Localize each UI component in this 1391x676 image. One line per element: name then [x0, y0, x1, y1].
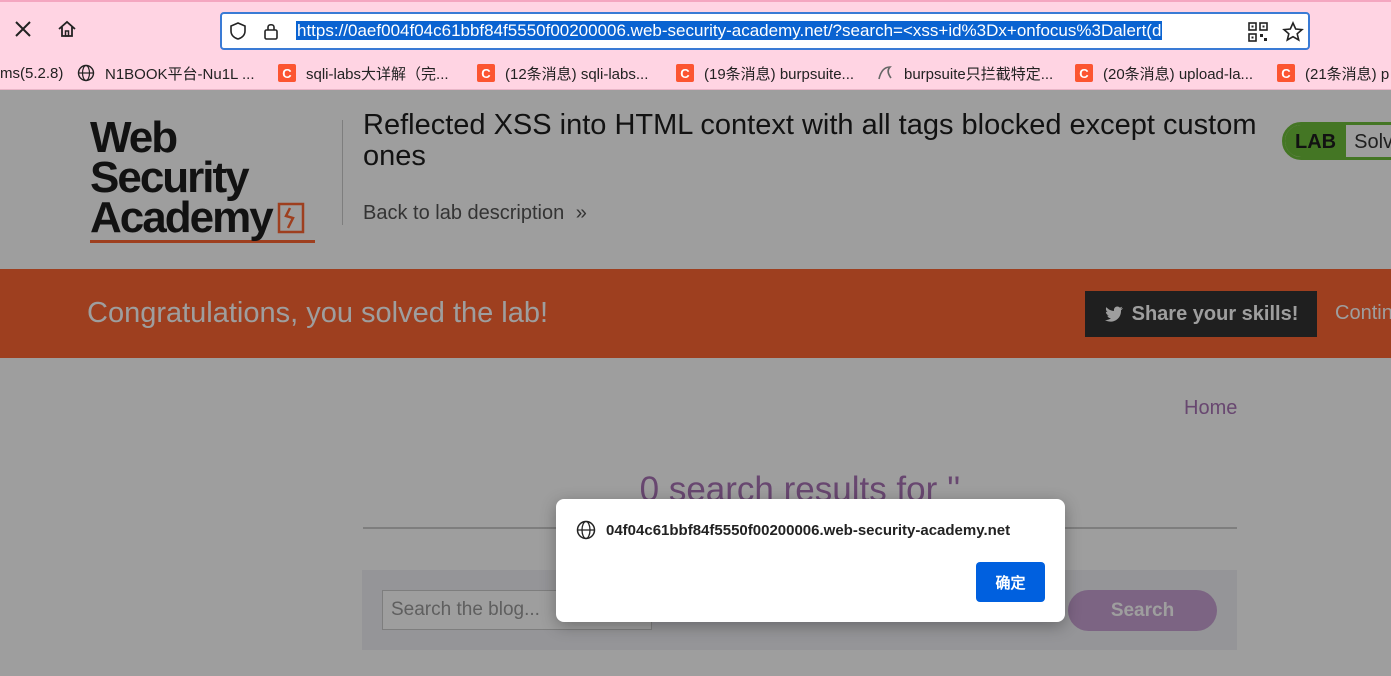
bookmark-item[interactable]: C (20条消息) upload-la...: [1075, 62, 1253, 84]
url-value: https://0aef004f04c61bbf84f5550f00200006…: [296, 21, 1163, 40]
bookmark-item[interactable]: ms(5.2.8): [0, 62, 63, 84]
bookmark-item[interactable]: C (19条消息) burpsuite...: [676, 62, 854, 84]
csdn-icon: C: [1075, 64, 1093, 82]
url-bar[interactable]: https://0aef004f04c61bbf84f5550f00200006…: [220, 12, 1310, 50]
url-text[interactable]: https://0aef004f04c61bbf84f5550f00200006…: [296, 20, 1241, 42]
bookmark-label: sqli-labs大详解（完...: [306, 65, 449, 83]
bookmark-label: burpsuite只拦截特定...: [904, 65, 1054, 83]
csdn-icon: C: [1277, 64, 1295, 82]
dialog-origin-text: 04f04c61bbf84f5550f00200006.web-security…: [606, 521, 1011, 539]
bookmark-label: (12条消息) sqli-labs...: [505, 65, 649, 83]
bookmark-item[interactable]: C (21条消息) p: [1277, 62, 1389, 84]
bookmark-item[interactable]: N1BOOK平台-Nu1L ...: [77, 62, 255, 84]
bookmark-item[interactable]: C (12条消息) sqli-labs...: [477, 62, 648, 84]
bookmark-label: (20条消息) upload-la...: [1103, 65, 1254, 83]
csdn-icon: C: [278, 64, 296, 82]
lock-icon[interactable]: [262, 21, 280, 46]
browser-toolbar: https://0aef004f04c61bbf84f5550f00200006…: [0, 0, 1391, 56]
close-icon[interactable]: [6, 12, 40, 46]
bookmark-label: ms(5.2.8): [0, 64, 64, 82]
bookmarks-bar: ms(5.2.8) N1BOOK平台-Nu1L ... C sqli-labs大…: [0, 56, 1391, 90]
bookmark-label: (21条消息) p: [1305, 65, 1390, 83]
csdn-icon: C: [477, 64, 495, 82]
dialog-origin: 04f04c61bbf84f5550f00200006.web-security…: [576, 519, 1046, 541]
ok-button[interactable]: 确定: [976, 562, 1045, 602]
home-icon[interactable]: [50, 12, 84, 46]
shield-icon[interactable]: [228, 21, 248, 46]
star-icon[interactable]: [1282, 21, 1304, 48]
csdn-icon: C: [676, 64, 694, 82]
bookmark-label: N1BOOK平台-Nu1L ...: [105, 65, 255, 83]
globe-icon: [576, 520, 596, 540]
globe-icon: [77, 64, 95, 82]
burp-icon: [876, 64, 894, 82]
bookmark-label: (19条消息) burpsuite...: [704, 65, 855, 83]
qr-code-icon[interactable]: [1248, 22, 1268, 47]
bookmark-item[interactable]: C sqli-labs大详解（完...: [278, 62, 449, 84]
alert-dialog: 04f04c61bbf84f5550f00200006.web-security…: [556, 499, 1065, 622]
bookmark-item[interactable]: burpsuite只拦截特定...: [876, 62, 1053, 84]
